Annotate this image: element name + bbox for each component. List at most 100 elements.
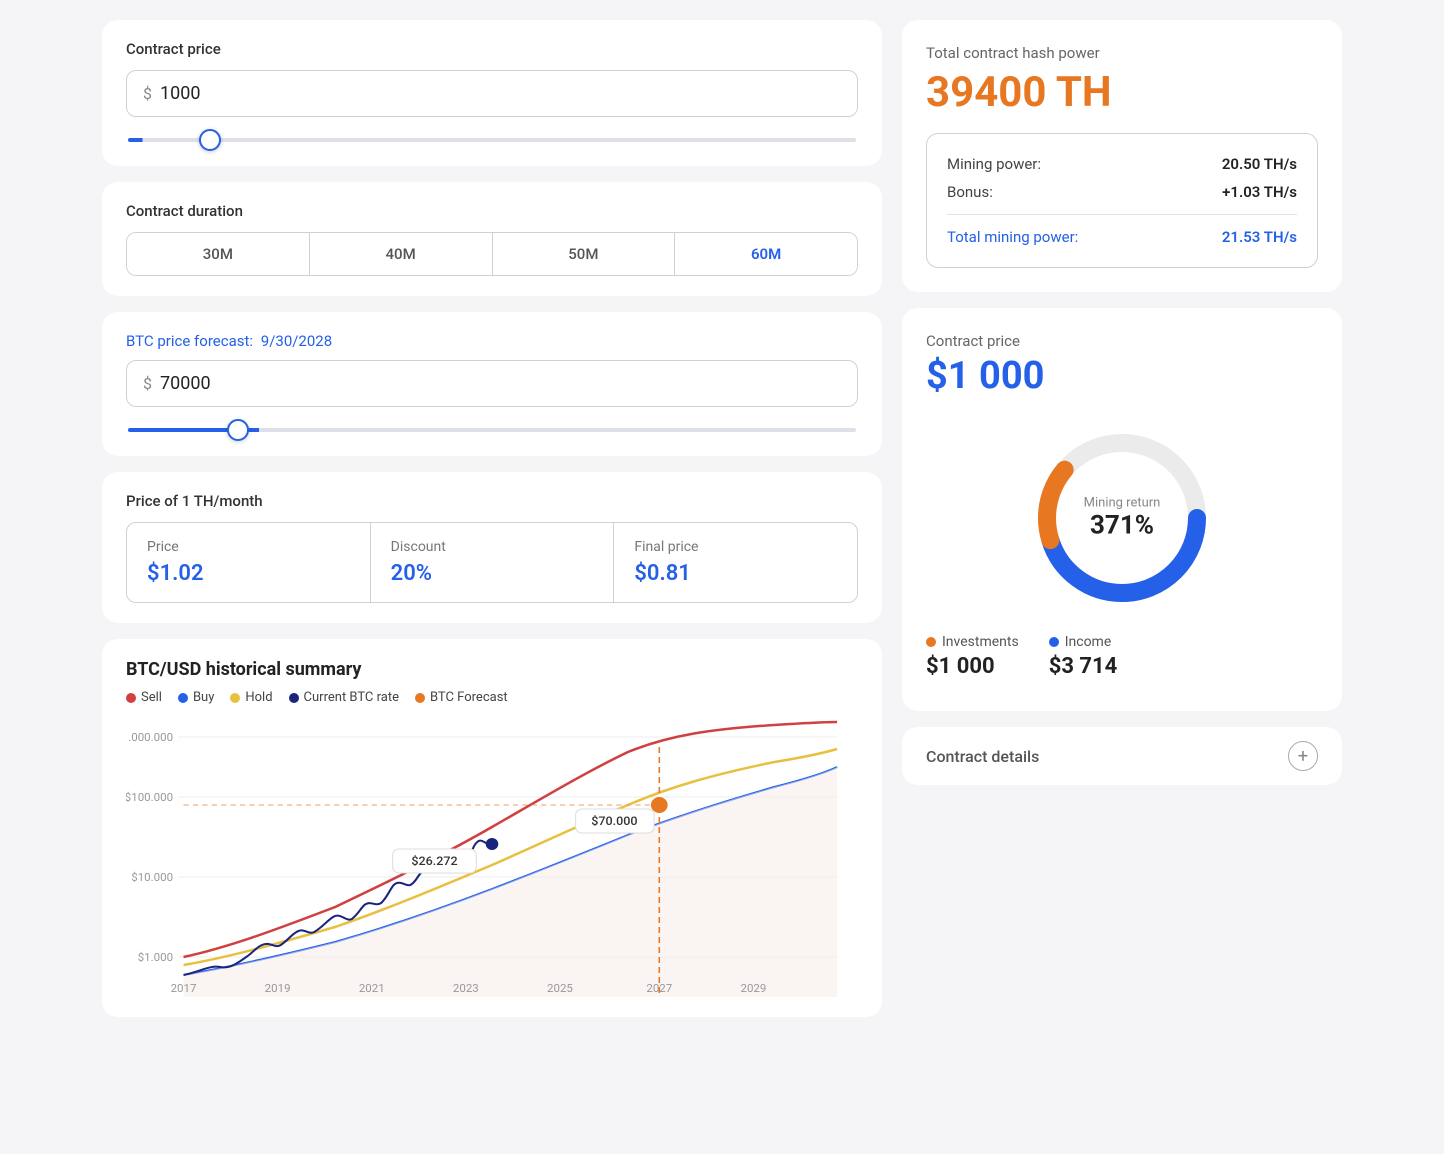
contract-price-slider[interactable] [128, 138, 856, 142]
price-cell-final: Final price $0.81 [614, 523, 857, 602]
svg-text:2017: 2017 [171, 982, 197, 995]
legend-hold: Hold [230, 690, 272, 705]
svg-text:$10.000: $10.000 [131, 871, 173, 884]
price-table: Price $1.02 Discount 20% Final price $0.… [126, 522, 858, 603]
donut-center-text: Mining return 371% [1084, 496, 1161, 541]
income-item: Income $3 714 [1049, 634, 1118, 679]
svg-text:2027: 2027 [646, 982, 672, 995]
svg-text:2021: 2021 [359, 982, 385, 995]
currency-symbol: $ [143, 84, 152, 103]
svg-text:2019: 2019 [265, 982, 291, 995]
btc-forecast-label: BTC price forecast: 9/30/2028 [126, 332, 858, 350]
chart-svg: $1.000.000 $100.000 $10.000 $1.000 [126, 717, 858, 997]
buy-dot [178, 693, 188, 703]
btc-forecast-dot [415, 693, 425, 703]
btc-forecast-date: 9/30/2028 [261, 332, 332, 350]
legend-hold-label: Hold [245, 690, 272, 705]
chart-area: $1.000.000 $100.000 $10.000 $1.000 [126, 717, 858, 997]
current-btc-dot [289, 693, 299, 703]
legend-current-btc: Current BTC rate [289, 690, 399, 705]
chart-section: BTC/USD historical summary Sell Buy Hold… [102, 639, 882, 1017]
contract-price-right-card: Contract price $1 000 Mining return [902, 308, 1342, 711]
contract-details-expand-button[interactable]: + [1288, 741, 1318, 771]
legend-sell-label: Sell [141, 690, 162, 705]
tab-40m[interactable]: 40M [310, 233, 493, 275]
contract-price-input-box: $ 1000 [126, 70, 858, 117]
duration-tabs-container: 30M 40M 50M 60M [126, 232, 858, 276]
donut-container: Mining return 371% [926, 418, 1318, 618]
price-col-value: $1.02 [147, 561, 350, 586]
legend-btc-forecast: BTC Forecast [415, 690, 508, 705]
price-col-label: Price [147, 539, 350, 555]
th-price-section: Price of 1 TH/month Price $1.02 Discount… [102, 472, 882, 623]
investments-item: Investments $1 000 [926, 634, 1019, 679]
svg-text:2023: 2023 [453, 982, 479, 995]
income-value: $3 714 [1049, 654, 1118, 679]
contract-price-label: Contract price [126, 40, 858, 58]
legend-current-btc-label: Current BTC rate [304, 690, 399, 705]
legend-buy: Buy [178, 690, 214, 705]
total-mining-value: 21.53 TH/s [1222, 228, 1297, 246]
contract-price-display: 1000 [160, 83, 200, 104]
svg-text:$100.000: $100.000 [126, 791, 173, 804]
sell-dot [126, 693, 136, 703]
hash-power-label: Total contract hash power [926, 44, 1318, 62]
final-price-col-value: $0.81 [634, 561, 837, 586]
contract-details-label: Contract details [926, 747, 1039, 766]
tab-60m[interactable]: 60M [675, 233, 857, 275]
btc-price-slider-container[interactable] [126, 417, 858, 436]
discount-col-label: Discount [391, 539, 594, 555]
income-dot [1049, 637, 1059, 647]
mining-power-label: Mining power: [947, 155, 1041, 173]
hash-power-card: Total contract hash power 39400 TH Minin… [902, 20, 1342, 292]
svg-text:$26.272: $26.272 [411, 854, 457, 868]
svg-text:2029: 2029 [741, 982, 767, 995]
hold-dot [230, 693, 240, 703]
svg-text:$1.000: $1.000 [138, 951, 173, 964]
contract-duration-label: Contract duration [126, 202, 858, 220]
chart-title: BTC/USD historical summary [126, 659, 858, 680]
contract-duration-section: Contract duration 30M 40M 50M 60M [102, 182, 882, 296]
btc-price-input-box: $ 70000 [126, 360, 858, 407]
discount-col-value: 20% [391, 561, 594, 586]
income-label: Income [1065, 634, 1112, 650]
chart-legend: Sell Buy Hold Current BTC rate BTC Forec… [126, 690, 858, 705]
investment-legend: Investments $1 000 Income $3 714 [926, 634, 1318, 679]
svg-text:$1.000.000: $1.000.000 [126, 731, 173, 744]
btc-price-slider[interactable] [128, 428, 856, 432]
legend-btc-forecast-label: BTC Forecast [430, 690, 508, 705]
price-cell-discount: Discount 20% [371, 523, 615, 602]
mining-divider [947, 214, 1297, 215]
btc-currency-symbol: $ [143, 374, 152, 393]
btc-forecast-section: BTC price forecast: 9/30/2028 $ 70000 [102, 312, 882, 456]
bonus-label: Bonus: [947, 183, 993, 201]
svg-text:2025: 2025 [547, 982, 573, 995]
btc-price-display: 70000 [160, 373, 211, 394]
contract-price-right-value: $1 000 [926, 354, 1318, 398]
mining-power-row: Mining power: 20.50 TH/s [947, 150, 1297, 178]
legend-sell: Sell [126, 690, 162, 705]
donut-center-label: Mining return [1084, 496, 1161, 511]
hash-power-value: 39400 TH [926, 68, 1318, 117]
contract-price-right-label: Contract price [926, 332, 1318, 350]
legend-buy-label: Buy [193, 690, 214, 705]
final-price-col-label: Final price [634, 539, 837, 555]
tab-50m[interactable]: 50M [493, 233, 676, 275]
mining-details-box: Mining power: 20.50 TH/s Bonus: +1.03 TH… [926, 133, 1318, 268]
svg-text:$70.000: $70.000 [591, 814, 637, 828]
contract-price-slider-container[interactable] [126, 127, 858, 146]
tab-30m[interactable]: 30M [127, 233, 310, 275]
mining-power-value: 20.50 TH/s [1222, 155, 1297, 173]
donut-center-value: 371% [1090, 511, 1154, 541]
bonus-value: +1.03 TH/s [1222, 183, 1297, 201]
investments-value: $1 000 [926, 654, 1019, 679]
total-mining-row: Total mining power: 21.53 TH/s [947, 223, 1297, 251]
donut-wrapper: Mining return 371% [1022, 418, 1222, 618]
price-cell-price: Price $1.02 [127, 523, 371, 602]
investments-label: Investments [942, 634, 1019, 650]
contract-details-row: Contract details + [902, 727, 1342, 785]
bonus-row: Bonus: +1.03 TH/s [947, 178, 1297, 206]
total-mining-label: Total mining power: [947, 228, 1078, 246]
th-price-label: Price of 1 TH/month [126, 492, 858, 510]
contract-price-section: Contract price $ 1000 [102, 20, 882, 166]
